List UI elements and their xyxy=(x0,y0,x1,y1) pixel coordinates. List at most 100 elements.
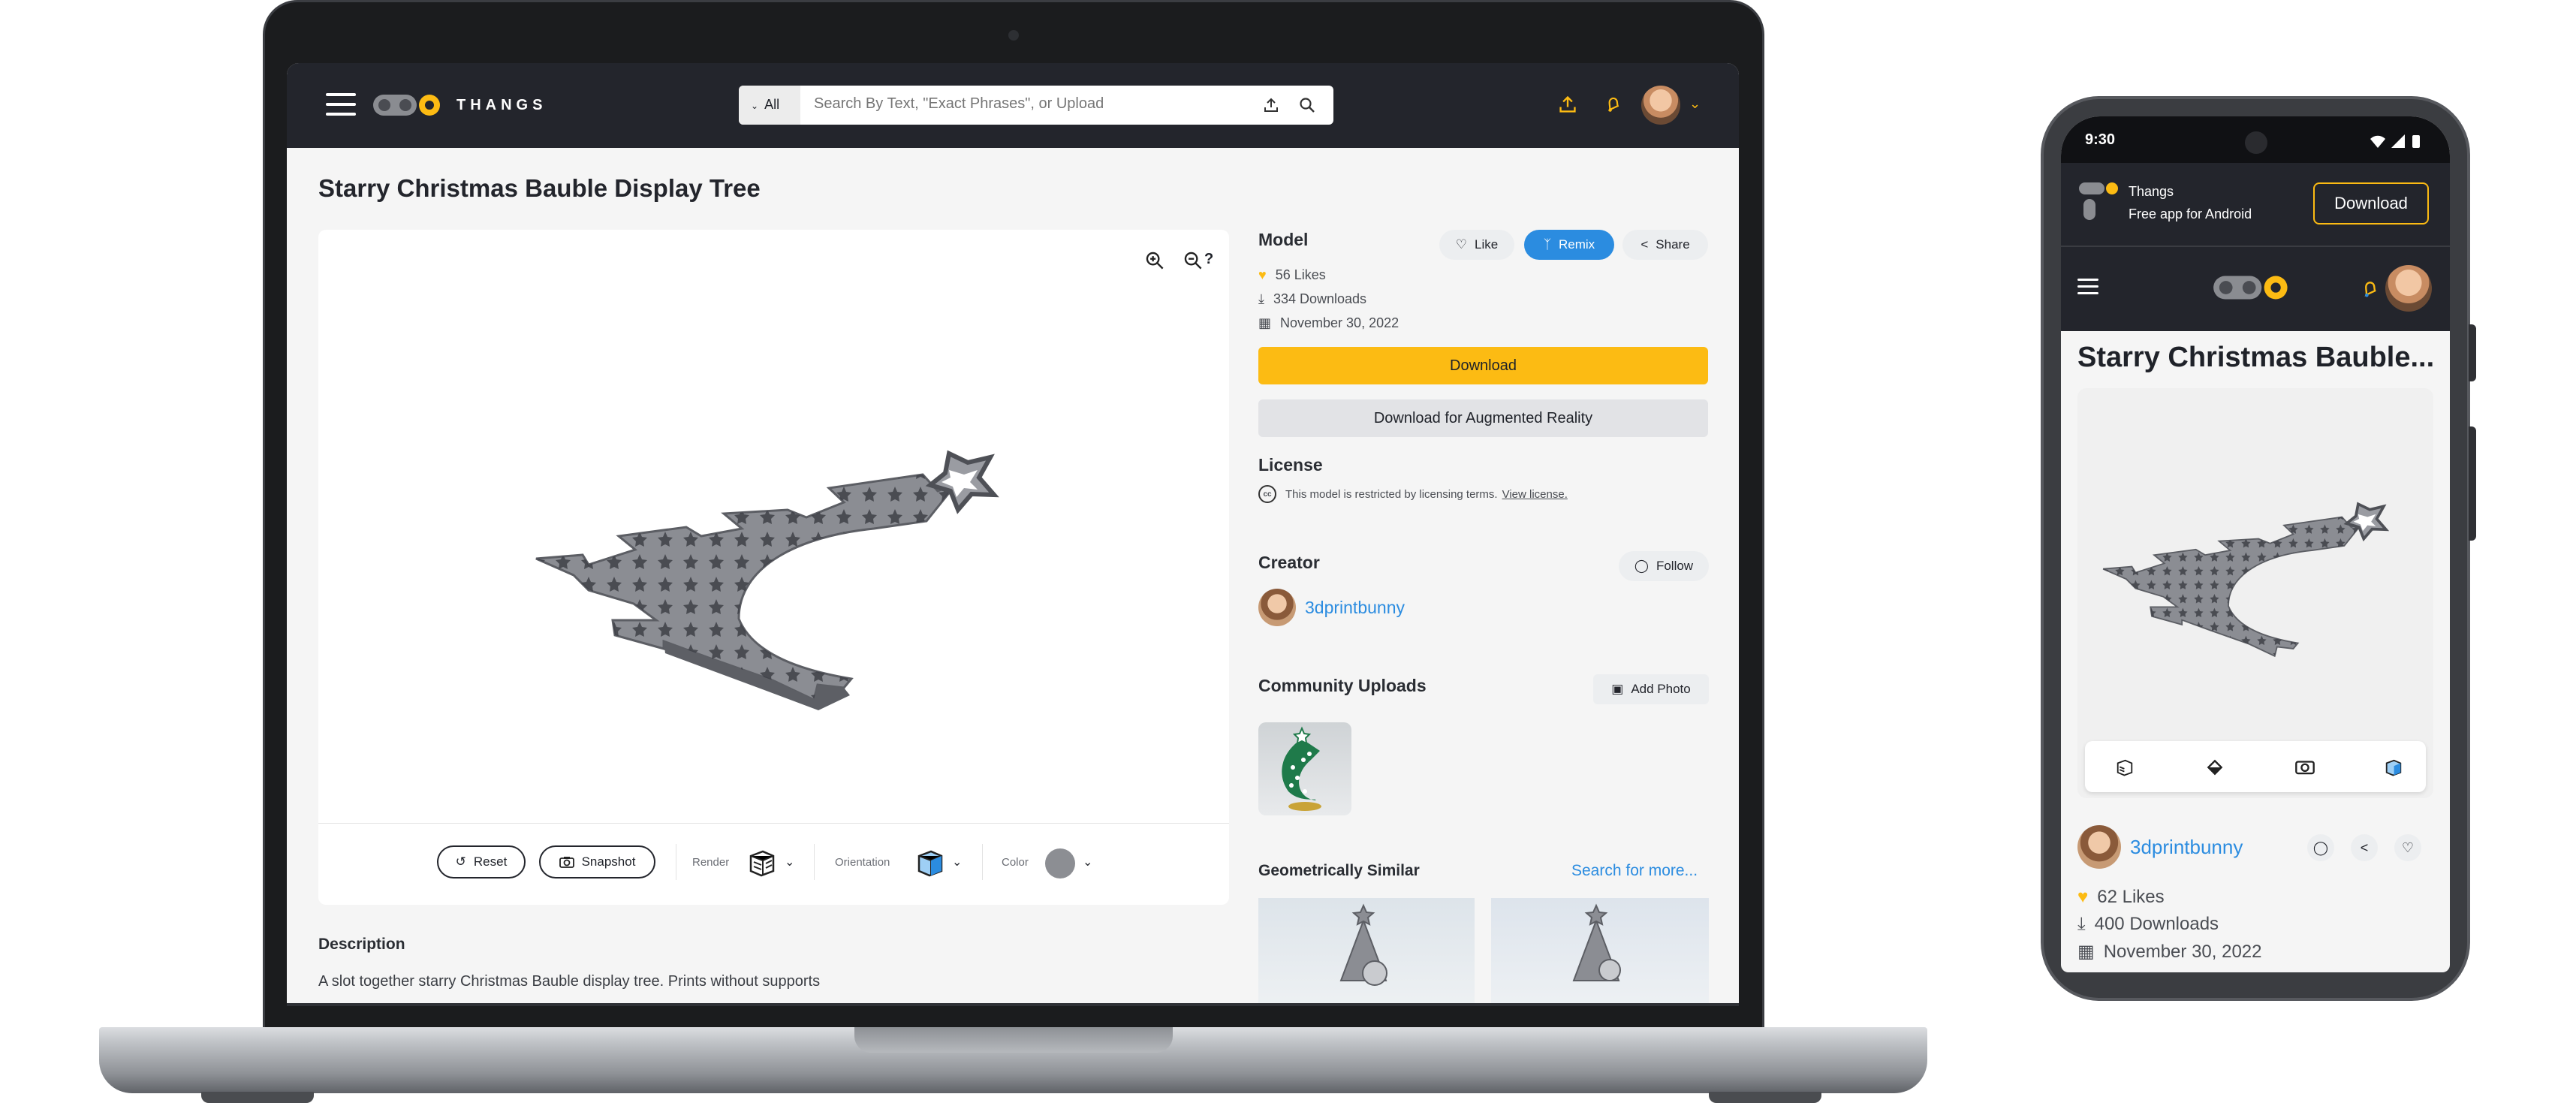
downloads-count: ⤓ 334 Downloads xyxy=(1258,291,1366,307)
license-info: cc This model is restricted by licensing… xyxy=(1258,485,1568,503)
mobile-header xyxy=(2061,247,2450,331)
remix-button[interactable]: ᛉ Remix xyxy=(1524,230,1614,260)
render-mode-icon[interactable] xyxy=(2115,758,2135,777)
help-icon[interactable]: ? xyxy=(1204,251,1213,268)
like-button[interactable]: ♡ Like xyxy=(1439,230,1514,260)
menu-icon[interactable] xyxy=(2077,279,2098,301)
download-ar-button[interactable]: Download for Augmented Reality xyxy=(1258,399,1708,437)
zoom-in-icon[interactable] xyxy=(1145,251,1164,270)
chevron-down-icon[interactable]: ⌄ xyxy=(1689,96,1701,112)
paint-bucket-icon[interactable] xyxy=(2205,758,2225,777)
zoom-out-icon[interactable] xyxy=(1183,251,1203,270)
creator-name-link[interactable]: 3dprintbunny xyxy=(1305,598,1405,618)
notification-bell-icon[interactable] xyxy=(1604,95,1623,114)
mobile-model-viewer[interactable] xyxy=(2077,388,2433,798)
download-icon: ⤓ xyxy=(1258,291,1264,306)
tree-model-render[interactable] xyxy=(2098,478,2414,674)
search-icon[interactable] xyxy=(1299,97,1315,113)
tree-model-render[interactable] xyxy=(529,416,1039,724)
creator-avatar[interactable] xyxy=(2077,825,2121,869)
remix-label: Remix xyxy=(1559,237,1595,252)
orientation-cube-icon[interactable] xyxy=(914,847,946,878)
creative-commons-icon: cc xyxy=(1258,485,1276,503)
model-heading: Model xyxy=(1258,230,1309,249)
camera-icon[interactable] xyxy=(2295,758,2315,776)
reset-icon: ↺ xyxy=(455,854,466,869)
laptop-notch xyxy=(854,1027,1173,1053)
similar-heading: Geometrically Similar xyxy=(1258,862,1420,879)
share-button[interactable]: < Share xyxy=(1622,230,1708,260)
likes-text: 62 Likes xyxy=(2097,887,2165,907)
green-tree-photo xyxy=(1282,726,1321,811)
license-heading: License xyxy=(1258,455,1323,475)
similar-model-card[interactable] xyxy=(1258,898,1475,1006)
follow-user-icon: ◯ xyxy=(1634,559,1649,573)
front-camera xyxy=(2245,131,2267,154)
search-filter-dropdown[interactable]: ⌄ All xyxy=(739,86,800,125)
add-photo-button[interactable]: ▣ Add Photo xyxy=(1593,674,1709,704)
likes-text: 56 Likes xyxy=(1275,267,1326,282)
download-icon: ⤓ xyxy=(2077,914,2086,934)
chevron-down-icon[interactable]: ⌄ xyxy=(1083,854,1092,869)
banner-app-name: Thangs xyxy=(2129,184,2174,199)
creator-avatar[interactable] xyxy=(1258,589,1296,626)
description-text: A slot together starry Christmas Bauble … xyxy=(318,973,821,990)
share-icon[interactable]: < xyxy=(2351,834,2378,861)
follow-user-icon[interactable]: ◯ xyxy=(2307,834,2334,861)
thangs-logo-icon[interactable] xyxy=(2213,274,2291,301)
search-more-link[interactable]: Search for more... xyxy=(1571,862,1698,880)
reset-label: Reset xyxy=(473,854,508,869)
reset-button[interactable]: ↺ Reset xyxy=(437,845,526,878)
heart-icon: ♥ xyxy=(2077,887,2089,907)
notification-bell-icon[interactable] xyxy=(2360,279,2381,300)
follow-button[interactable]: ◯ Follow xyxy=(1619,551,1709,581)
mobile-date: ▦ November 30, 2022 xyxy=(2077,941,2261,963)
render-mode-icon[interactable] xyxy=(746,847,778,878)
share-icon: < xyxy=(1641,237,1649,252)
orientation-cube-icon[interactable] xyxy=(2384,758,2403,777)
heart-icon[interactable]: ♡ xyxy=(2394,834,2421,861)
app-install-banner: Thangs Free app for Android Download xyxy=(2061,163,2450,247)
snapshot-button[interactable]: Snapshot xyxy=(539,845,655,878)
download-button[interactable]: Download xyxy=(1258,347,1708,384)
laptop-screen: THANGS ⌄ All ⌄ Starry Christmas Bauble Di… xyxy=(287,63,1739,1006)
model-viewer[interactable]: ? ↺ Reset Snapshot Render ⌄ Orientation xyxy=(318,230,1229,905)
similar-model-card[interactable] xyxy=(1491,898,1709,1006)
screen-bottom-bezel xyxy=(287,1003,1739,1006)
calendar-icon: ▦ xyxy=(2077,942,2095,962)
upload-model-icon[interactable] xyxy=(1558,95,1577,114)
phone-screen: 9:30 Thangs Free app for Android Downloa… xyxy=(2061,116,2450,972)
upload-icon[interactable] xyxy=(1263,97,1279,113)
date-text: November 30, 2022 xyxy=(2103,941,2262,962)
thangs-app-icon xyxy=(2079,182,2118,220)
status-time: 9:30 xyxy=(2085,131,2116,148)
search-bar: ⌄ All xyxy=(739,86,1333,125)
chevron-down-icon[interactable]: ⌄ xyxy=(785,854,794,869)
snapshot-label: Snapshot xyxy=(581,854,636,869)
search-input[interactable] xyxy=(814,95,1219,113)
chevron-down-icon[interactable]: ⌄ xyxy=(952,854,962,869)
banner-download-button[interactable]: Download xyxy=(2313,182,2429,225)
orientation-label: Orientation xyxy=(835,856,890,869)
user-avatar[interactable] xyxy=(1641,86,1680,125)
creator-heading: Creator xyxy=(1258,553,1320,572)
user-avatar[interactable] xyxy=(2385,265,2432,312)
likes-count: ♥ 56 Likes xyxy=(1258,267,1326,283)
site-header: THANGS ⌄ All ⌄ xyxy=(287,63,1739,148)
page-title: Starry Christmas Bauble Display Tree xyxy=(318,174,761,202)
menu-icon[interactable] xyxy=(326,93,356,122)
like-label: Like xyxy=(1475,237,1499,252)
view-license-link[interactable]: View license. xyxy=(1502,488,1568,501)
toolbar-divider xyxy=(982,844,983,880)
similar-tree-thumbnail xyxy=(1572,903,1621,981)
laptop-foot-left xyxy=(201,1092,314,1103)
thangs-logo-icon[interactable] xyxy=(372,93,443,117)
creator-name-link[interactable]: 3dprintbunny xyxy=(2130,836,2243,859)
community-upload-thumbnail[interactable] xyxy=(1258,722,1351,815)
brand-name[interactable]: THANGS xyxy=(456,97,547,114)
search-filter-label: All xyxy=(764,97,780,112)
downloads-text: 334 Downloads xyxy=(1273,291,1367,306)
color-label: Color xyxy=(1002,856,1029,869)
color-swatch[interactable] xyxy=(1045,848,1075,878)
remix-icon: ᛉ xyxy=(1543,237,1552,252)
